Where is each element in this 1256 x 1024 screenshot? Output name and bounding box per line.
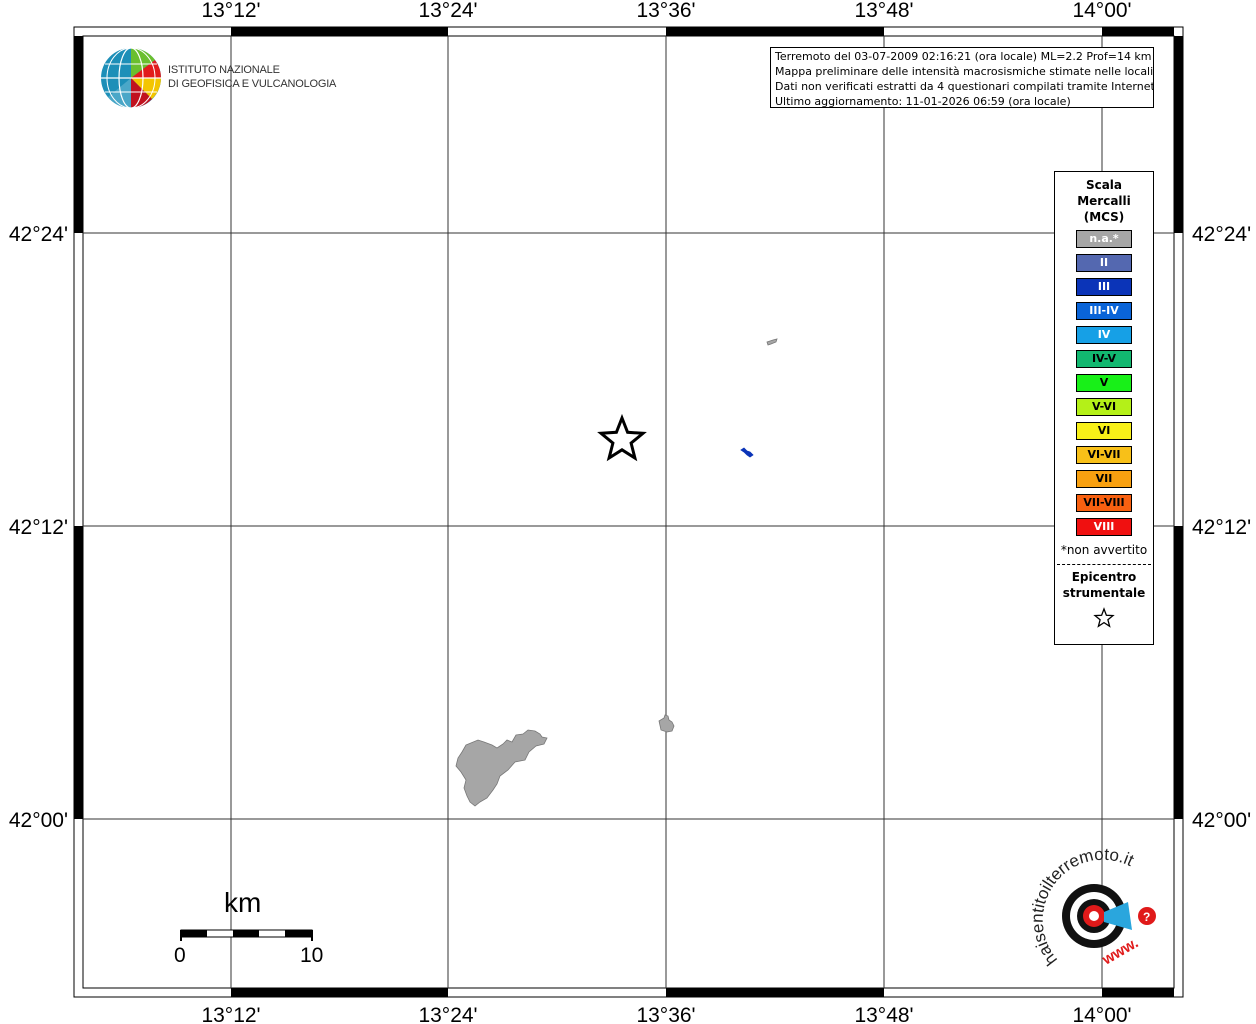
legend-title-line: Mercalli (1077, 194, 1131, 208)
lat-label: 42°00' (1192, 809, 1251, 832)
legend-swatch: n.a.* (1076, 230, 1132, 248)
legend-swatch: V-VI (1076, 398, 1132, 416)
lon-label: 13°48' (854, 1004, 913, 1024)
lon-label: 13°36' (636, 1004, 695, 1024)
legend-swatch: III-IV (1076, 302, 1132, 320)
municipality-areas[interactable] (455, 338, 778, 807)
lat-label: 42°12' (9, 516, 68, 539)
legend-title: Scala Mercalli (MCS) (1055, 177, 1153, 225)
scale-max-label: 10 (300, 944, 324, 967)
lon-label: 13°36' (636, 0, 695, 22)
mcs-legend: Scala Mercalli (MCS) n.a.* II III III-IV IV I… (1054, 171, 1154, 645)
lon-label: 13°12' (201, 1004, 260, 1024)
lat-label: 42°12' (1192, 516, 1251, 539)
legend-swatch: V (1076, 374, 1132, 392)
legend-swatch: IV-V (1076, 350, 1132, 368)
legend-items: n.a.* II III III-IV IV IV-V V V-VI VI VI-VII VII VI… (1055, 230, 1153, 536)
legend-title-line: (MCS) (1083, 210, 1125, 224)
info-line-data: Dati non verificati estratti da 4 questi… (775, 80, 1154, 93)
ingv-logo-text: ISTITUTO NAZIONALE DI GEOFISICA E VULCAN… (168, 63, 336, 91)
haisentito-logo: ? haisentitoilterremoto.it www. (1028, 845, 1156, 969)
lon-labels-bottom: 13°12' 13°24' 13°36' 13°48' 14°00' (201, 1004, 1131, 1024)
legend-separator (1057, 564, 1151, 565)
event-info-box: Terremoto del 03-07-2009 02:16:21 (ora l… (770, 47, 1154, 108)
municipality-na-small (658, 714, 675, 733)
lon-label: 13°24' (418, 0, 477, 22)
lat-labels-right: 42°24' 42°12' 42°00' (1192, 223, 1251, 832)
legend-swatch: VII-VIII (1076, 494, 1132, 512)
legend-swatch: VI (1076, 422, 1132, 440)
svg-text:?: ? (1143, 910, 1150, 924)
lat-label: 42°24' (1192, 223, 1251, 246)
scale-bar (180, 929, 313, 941)
lon-label: 13°12' (201, 0, 260, 22)
legend-swatch: III (1076, 278, 1132, 296)
ingv-logo-globe (101, 47, 161, 109)
municipality-na-large (455, 729, 548, 807)
municipality-na-north (766, 338, 778, 346)
lat-label: 42°00' (9, 809, 68, 832)
lat-labels-left: 42°24' 42°12' 42°00' (9, 223, 68, 832)
ingv-line1: ISTITUTO NAZIONALE (168, 64, 280, 76)
info-line-update: Ultimo aggiornamento: 11-01-2026 06:59 (… (775, 95, 1071, 108)
info-line-event: Terremoto del 03-07-2009 02:16:21 (ora l… (775, 50, 1152, 63)
municipality-iii (740, 447, 754, 458)
legend-swatch: IV (1076, 326, 1132, 344)
legend-swatch: VI-VII (1076, 446, 1132, 464)
epicenter-star[interactable] (597, 413, 647, 462)
graticule (83, 36, 1174, 988)
legend-epicenter-line: strumentale (1062, 586, 1146, 600)
star-icon (1093, 607, 1115, 628)
lon-label: 13°48' (854, 0, 913, 22)
legend-swatch: VII (1076, 470, 1132, 488)
ingv-line2: DI GEOFISICA E VULCANOLOGIA (168, 78, 337, 90)
legend-epicenter-label: Epicentro strumentale (1055, 569, 1153, 601)
legend-epicenter-line: Epicentro (1071, 570, 1137, 584)
map-frame (73, 26, 1184, 998)
lon-label: 13°24' (418, 1004, 477, 1024)
legend-note: *non avvertito (1060, 543, 1148, 557)
lon-labels-top: 13°12' 13°24' 13°36' 13°48' 14°00' (201, 0, 1131, 22)
scale-min-label: 0 (174, 944, 186, 967)
info-line-map: Mappa preliminare delle intensità macros… (775, 65, 1154, 78)
scale-unit-label: km (224, 887, 262, 918)
lon-label: 14°00' (1072, 1004, 1131, 1024)
legend-title-line: Scala (1085, 178, 1123, 192)
lon-label: 14°00' (1072, 0, 1131, 22)
lat-label: 42°24' (9, 223, 68, 246)
legend-swatch: VIII (1076, 518, 1132, 536)
legend-swatch: II (1076, 254, 1132, 272)
